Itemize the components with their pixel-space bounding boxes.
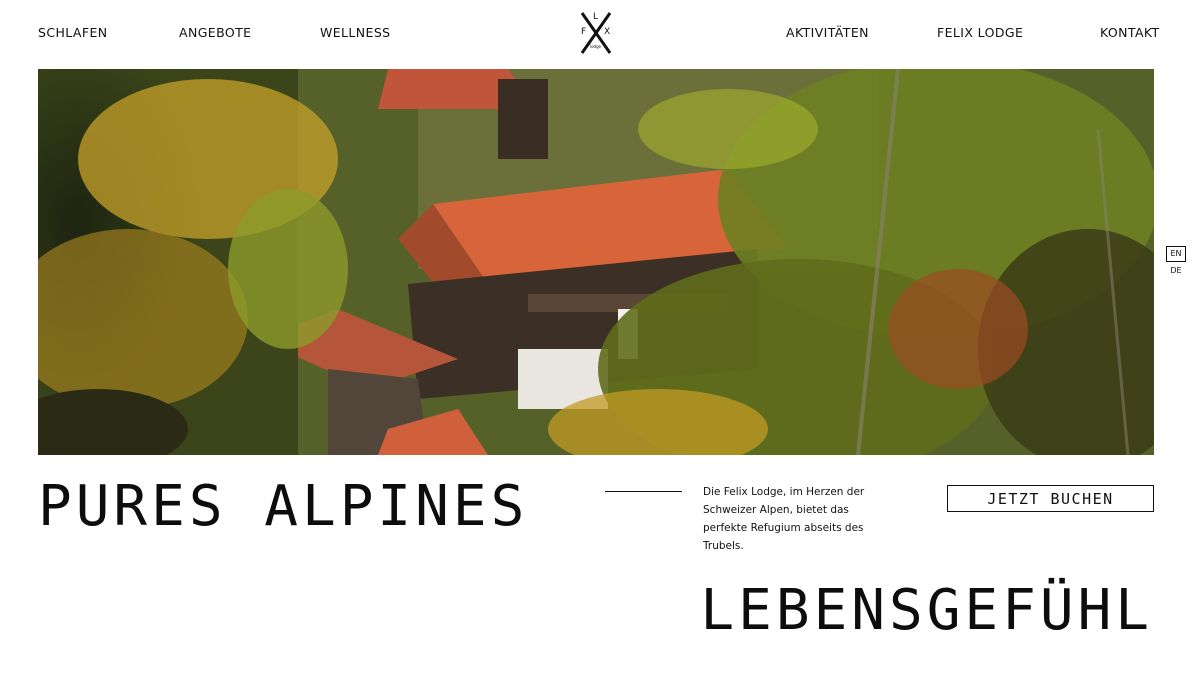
- intro-text: Die Felix Lodge, im Herzen der Schweizer…: [703, 486, 865, 552]
- divider-line: [605, 491, 682, 492]
- nav-aktivitaeten[interactable]: AKTIVITÄTEN: [786, 25, 869, 40]
- nav-wellness[interactable]: WELLNESS: [320, 25, 391, 40]
- nav-schlafen[interactable]: SCHLAFEN: [38, 25, 108, 40]
- hero-image: [38, 69, 1154, 455]
- headline-line-1: PURES ALPINES: [38, 474, 529, 539]
- logo-tagline: lodge: [590, 44, 602, 49]
- felix-lodge-logo[interactable]: L F X lodge: [576, 10, 616, 56]
- language-switcher: EN DE: [1166, 246, 1186, 277]
- lang-de[interactable]: DE: [1166, 265, 1186, 277]
- logo-letter-x: X: [604, 27, 611, 37]
- logo-letter-f: F: [581, 27, 587, 37]
- headline-line-2: LEBENSGEFÜHL: [700, 578, 1153, 643]
- book-now-button[interactable]: JETZT BUCHEN: [947, 485, 1154, 512]
- logo-letter-l: L: [593, 12, 599, 22]
- nav-kontakt[interactable]: KONTAKT: [1100, 25, 1160, 40]
- nav-felix-lodge[interactable]: FELIX LODGE: [937, 25, 1023, 40]
- nav-angebote[interactable]: ANGEBOTE: [179, 25, 251, 40]
- lang-en[interactable]: EN: [1166, 246, 1186, 262]
